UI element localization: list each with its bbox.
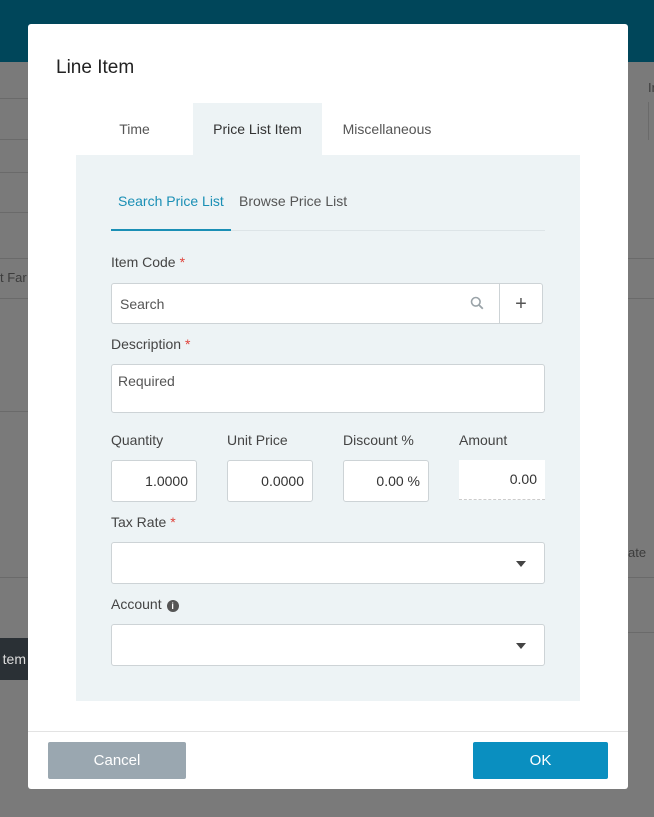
discount-label: Discount % xyxy=(343,432,414,448)
description-field[interactable]: Required xyxy=(111,364,545,413)
unit-price-field[interactable]: 0.0000 xyxy=(227,460,313,502)
search-icon[interactable] xyxy=(470,296,484,310)
bg-divider xyxy=(628,632,654,633)
bg-add-item-button: tem xyxy=(0,638,28,680)
price-list-item-panel: Search Price List Browse Price List Item… xyxy=(76,155,580,701)
bg-divider xyxy=(0,139,28,140)
description-label: Description * xyxy=(111,336,191,352)
tab-bar: Time Price List Item Miscellaneous xyxy=(76,103,580,155)
bg-label: Ir xyxy=(648,80,654,95)
quantity-field[interactable]: 1.0000 xyxy=(111,460,197,502)
bg-divider xyxy=(0,172,28,173)
bg-divider xyxy=(628,577,654,578)
bg-column-header: ate xyxy=(628,545,647,560)
subtab-browse-price-list[interactable]: Browse Price List xyxy=(239,193,347,209)
bg-divider xyxy=(0,212,28,213)
add-item-code-button[interactable]: + xyxy=(499,284,542,324)
line-item-modal: Line Item Time Price List Item Miscellan… xyxy=(28,24,628,789)
modal-title: Line Item xyxy=(56,57,135,78)
amount-label: Amount xyxy=(459,432,508,448)
plus-icon: + xyxy=(515,293,527,315)
item-code-search-field[interactable]: Search + xyxy=(111,283,543,324)
subtab-search-price-list[interactable]: Search Price List xyxy=(118,193,224,209)
tax-rate-select[interactable] xyxy=(111,542,545,584)
unit-price-label: Unit Price xyxy=(227,432,288,448)
description-placeholder: Required xyxy=(118,373,175,389)
item-code-label: Item Code * xyxy=(111,254,186,270)
chevron-down-icon xyxy=(516,643,526,649)
amount-value: 0.00 xyxy=(459,460,545,500)
cancel-button[interactable]: Cancel xyxy=(48,742,186,779)
bg-divider xyxy=(0,411,28,412)
footer-divider xyxy=(28,731,628,732)
subtab-bar: Search Price List Browse Price List xyxy=(111,185,545,231)
bg-divider xyxy=(0,577,28,578)
discount-field[interactable]: 0.00 % xyxy=(343,460,429,502)
tab-price-list-item[interactable]: Price List Item xyxy=(193,103,322,155)
active-subtab-indicator xyxy=(111,229,231,231)
bg-divider xyxy=(0,298,28,299)
ok-button[interactable]: OK xyxy=(473,742,608,779)
bg-divider xyxy=(0,258,28,259)
item-code-placeholder: Search xyxy=(120,296,165,312)
account-select[interactable] xyxy=(111,624,545,666)
info-icon[interactable]: i xyxy=(166,600,179,612)
bg-divider xyxy=(628,258,654,259)
quantity-label: Quantity xyxy=(111,432,164,448)
bg-divider xyxy=(0,98,28,99)
bg-column-header: t Far xyxy=(0,270,27,285)
account-label: Account i xyxy=(111,596,179,612)
tax-rate-label: Tax Rate * xyxy=(111,514,176,530)
bg-divider xyxy=(628,298,654,299)
tab-time[interactable]: Time xyxy=(76,103,193,155)
chevron-down-icon xyxy=(516,561,526,567)
tab-miscellaneous[interactable]: Miscellaneous xyxy=(322,103,452,155)
bg-divider xyxy=(648,102,649,140)
